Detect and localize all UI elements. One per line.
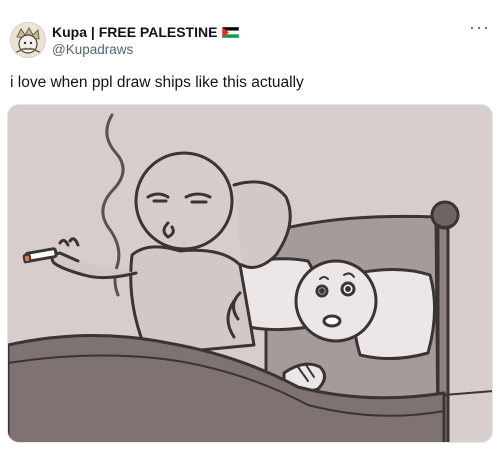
tweet-media-image[interactable] (7, 104, 493, 443)
avatar[interactable] (10, 22, 46, 58)
tweet-text: i love when ppl draw ships like this act… (10, 74, 304, 91)
display-name[interactable]: Kupa | FREE PALESTINE (52, 24, 217, 41)
more-options-icon[interactable]: ··· (469, 18, 490, 36)
author-row: Kupa | FREE PALESTINE (52, 24, 240, 41)
avatar-image (11, 23, 45, 57)
bed-cartoon-illustration (8, 105, 492, 442)
user-handle[interactable]: @Kupadraws (52, 42, 133, 58)
palestine-flag-icon (222, 27, 240, 38)
